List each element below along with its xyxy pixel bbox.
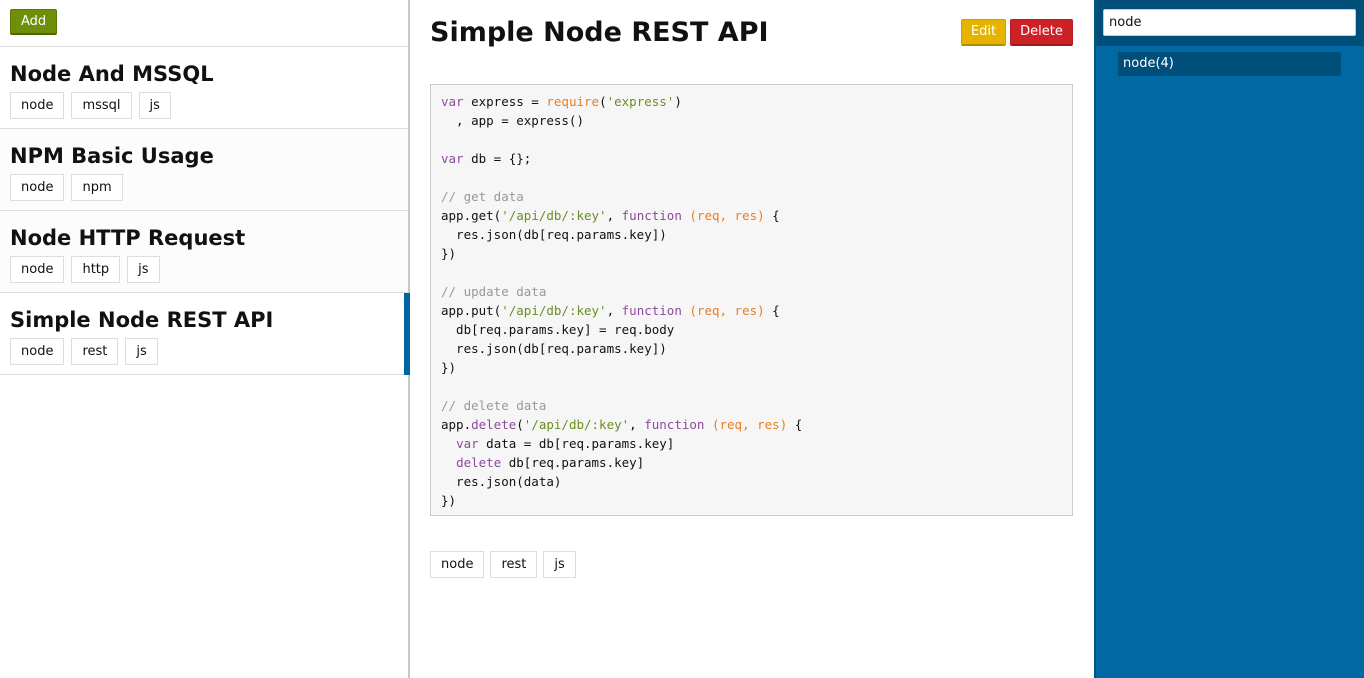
search-input[interactable] <box>1103 9 1356 36</box>
tag[interactable]: node <box>10 92 65 119</box>
tag[interactable]: rest <box>490 551 538 578</box>
tag[interactable]: node <box>10 256 65 283</box>
page-title: Simple Node REST API <box>430 17 769 48</box>
detail-tags: node rest js <box>430 551 582 578</box>
tag[interactable]: node <box>10 174 65 201</box>
tag[interactable]: js <box>125 338 158 365</box>
tag[interactable]: node <box>10 338 65 365</box>
snippet-item-node-and-mssql[interactable]: Node And MSSQL node mssql js <box>0 47 408 129</box>
code-line: , app = express() <box>441 113 584 128</box>
code-line: }) <box>441 360 457 375</box>
snippet-item-node-http-request[interactable]: Node HTTP Request node http js <box>0 211 408 293</box>
code-line: db[req.params.key] = req.body <box>441 322 675 337</box>
snippet-item-simple-node-rest-api[interactable]: Simple Node REST API node rest js <box>0 293 410 375</box>
snippet-title: NPM Basic Usage <box>10 144 214 168</box>
code-line: var db = {}; <box>441 151 532 166</box>
app: Add Node And MSSQL node mssql js NPM Basic… <box>0 0 1364 678</box>
tag[interactable]: rest <box>71 338 119 365</box>
tag[interactable]: node <box>430 551 485 578</box>
snippet-tags: node http js <box>10 256 398 284</box>
snippet-title: Node HTTP Request <box>10 226 246 250</box>
code-line: // update data <box>441 284 547 299</box>
code-line: res.json(data) <box>441 474 562 489</box>
code-line: var data = db[req.params.key] <box>456 436 675 451</box>
code-line: app.get('/api/db/:key', function (req, r… <box>441 208 780 223</box>
code-line: app.put('/api/db/:key', function (req, r… <box>441 303 780 318</box>
search-bar <box>1096 0 1364 46</box>
code-line: }) <box>441 493 457 508</box>
tag[interactable]: js <box>543 551 576 578</box>
snippet-detail-panel: Simple Node REST API Edit Delete var exp… <box>412 0 1094 678</box>
tag-filter-result[interactable]: node(4) <box>1118 52 1341 76</box>
snippet-tags: node mssql js <box>10 92 398 120</box>
list-toolbar: Add <box>0 0 408 47</box>
tag[interactable]: http <box>71 256 121 283</box>
code-line: // delete data <box>441 398 547 413</box>
code-line: var express = require('express') <box>441 94 682 109</box>
tag[interactable]: mssql <box>71 92 132 119</box>
delete-button[interactable]: Delete <box>1010 19 1073 46</box>
tag[interactable]: js <box>127 256 160 283</box>
code-line: app.delete('/api/db/:key', function (req… <box>441 417 803 432</box>
snippet-tags: node npm <box>10 174 398 202</box>
snippet-tags: node rest js <box>10 338 398 366</box>
snippet-title: Simple Node REST API <box>10 308 274 332</box>
code-line: res.json(db[req.params.key]) <box>441 341 667 356</box>
code-line: }) <box>441 246 457 261</box>
snippet-title: Node And MSSQL <box>10 62 214 86</box>
tag[interactable]: js <box>138 92 171 119</box>
code-line: delete db[req.params.key] <box>456 455 645 470</box>
tag-sidebar: node(4) <box>1094 0 1364 678</box>
code-block[interactable]: var express = require('express') , app =… <box>430 84 1073 516</box>
active-indicator <box>404 293 410 375</box>
snippet-item-npm-basic-usage[interactable]: NPM Basic Usage node npm <box>0 129 408 211</box>
snippet-list-panel: Add Node And MSSQL node mssql js NPM Basic… <box>0 0 410 678</box>
edit-button[interactable]: Edit <box>961 19 1006 46</box>
code-line: // get data <box>441 189 524 204</box>
tag[interactable]: npm <box>71 174 123 201</box>
code-line: res.json(db[req.params.key]) <box>441 227 667 242</box>
add-button[interactable]: Add <box>10 9 58 35</box>
